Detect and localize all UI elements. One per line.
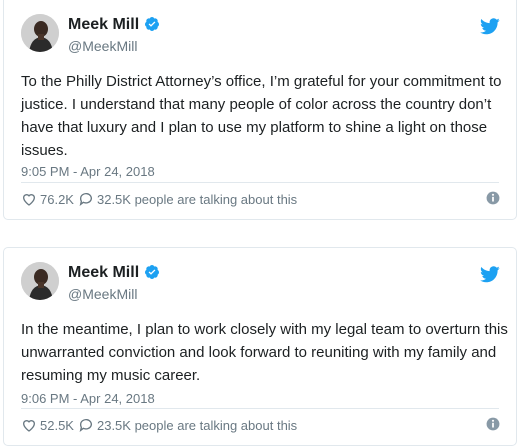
verified-badge-icon <box>144 16 160 37</box>
twitter-bird-icon[interactable] <box>480 18 500 40</box>
author-name-text[interactable]: Meek Mill <box>68 16 139 33</box>
avatar[interactable] <box>21 262 59 300</box>
tweet-actions: 52.5K 23.5K people are talking about thi… <box>21 415 500 435</box>
reply-button[interactable]: 32.5K people are talking about this <box>78 191 297 207</box>
author-name-text[interactable]: Meek Mill <box>68 264 139 281</box>
talking-count: 32.5K people are talking about this <box>96 191 298 207</box>
author-handle[interactable]: @MeekMill <box>68 286 137 302</box>
like-count: 76.2K <box>40 191 74 207</box>
info-icon[interactable] <box>486 417 500 434</box>
reply-button[interactable]: 23.5K people are talking about this <box>78 417 297 433</box>
like-button[interactable]: 52.5K <box>21 417 74 433</box>
author-name[interactable]: Meek Mill <box>68 264 160 285</box>
like-button[interactable]: 76.2K <box>21 191 74 207</box>
heart-icon <box>22 420 36 432</box>
tweet-text: To the Philly District Attorney’s office… <box>21 73 502 159</box>
heart-icon <box>22 194 36 206</box>
tweet-card[interactable]: Meek Mill @MeekMill In the meantime, I p… <box>3 247 517 446</box>
reply-bubble-icon <box>79 193 92 206</box>
tweet-timestamp[interactable]: 9:06 PM - Apr 24, 2018 <box>21 391 155 406</box>
tweet-card[interactable]: Meek Mill @MeekMill To the Philly Distri… <box>3 0 517 220</box>
twitter-bird-icon[interactable] <box>480 266 500 288</box>
reply-bubble-icon <box>79 419 92 432</box>
talking-count: 23.5K people are talking about this <box>96 417 298 433</box>
divider <box>21 408 499 409</box>
info-icon[interactable] <box>486 191 500 208</box>
divider <box>21 182 499 183</box>
tweet-actions: 76.2K 32.5K people are talking about thi… <box>21 189 500 209</box>
avatar[interactable] <box>21 14 59 52</box>
tweet-text: In the meantime, I plan to work closely … <box>21 321 508 384</box>
tweet-timestamp[interactable]: 9:05 PM - Apr 24, 2018 <box>21 164 155 179</box>
author-handle[interactable]: @MeekMill <box>68 38 137 54</box>
verified-badge-icon <box>144 264 160 285</box>
like-count: 52.5K <box>40 417 74 433</box>
author-name[interactable]: Meek Mill <box>68 16 160 37</box>
